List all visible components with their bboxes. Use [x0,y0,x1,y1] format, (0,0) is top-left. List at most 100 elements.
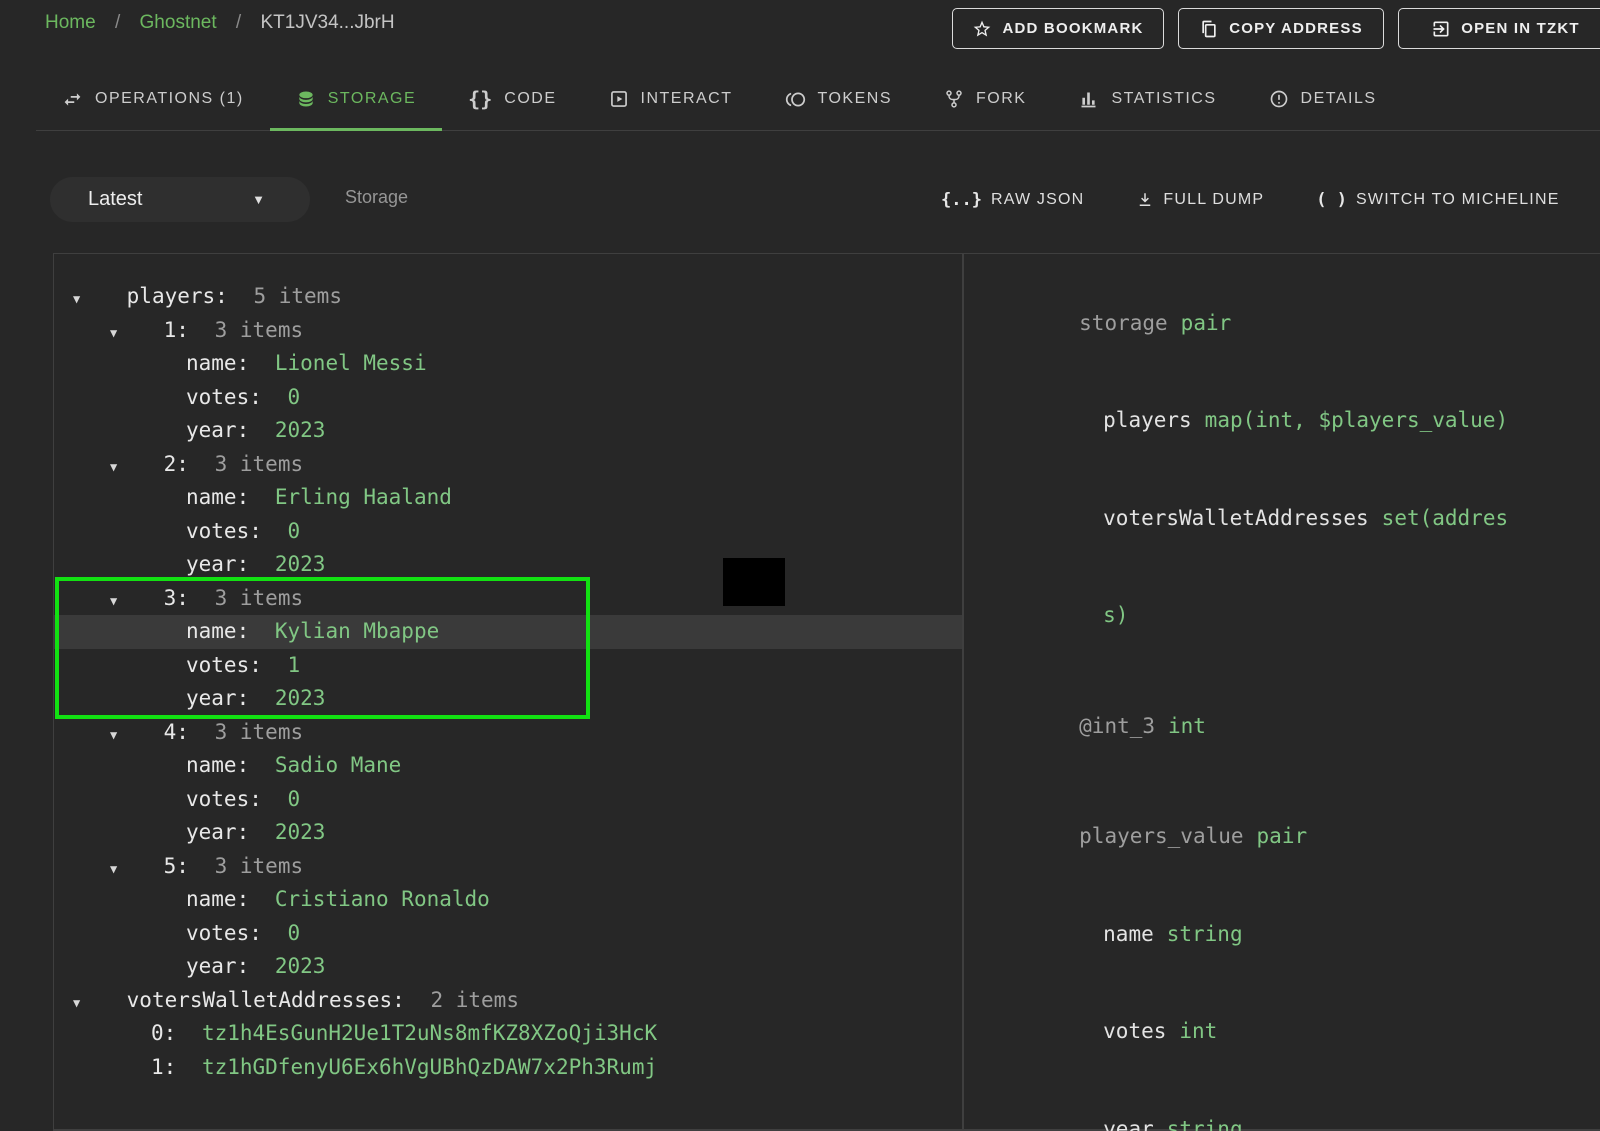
tree-row[interactable]: name: Erling Haaland [54,481,962,515]
tree-row[interactable]: votes: 0 [54,917,962,951]
section-label: Storage [345,187,408,208]
collapse-arrow-icon[interactable]: ▼ [110,585,126,619]
type-kind: string [1167,922,1243,946]
type-line: @int_3int [978,677,1600,775]
type-kind: int [1179,1019,1217,1043]
collapse-arrow-icon[interactable]: ▼ [110,317,126,351]
tab-operations[interactable]: OPERATIONS (1) [36,68,270,130]
tree-value: Kylian Mbappe [275,619,439,643]
type-name: votes [1103,1019,1166,1043]
tree-row[interactable]: ▼ 2: 3 items [54,448,962,482]
collapse-arrow-icon[interactable]: ▼ [73,283,89,317]
collapse-arrow-icon[interactable]: ▼ [110,719,126,753]
top-bar: Home / Ghostnet / KT1JV34...JbrH ADD BOO… [0,0,1600,56]
blackout-box [723,558,785,606]
tree-value: Lionel Messi [275,351,427,375]
wallet-address: tz1hGDfenyU6Ex6hVgUBhQzDAW7x2Ph3Rumj [202,1055,657,1079]
tree-key: 5: [164,854,189,878]
tree-row[interactable]: ▼ 4: 3 items [54,716,962,750]
collapse-arrow-icon[interactable]: ▼ [110,451,126,485]
tree-key: votes: [186,653,262,677]
tree-key: votersWalletAddresses: [127,988,405,1012]
copy-address-button[interactable]: COPY ADDRESS [1178,8,1384,49]
type-line: votes int [978,983,1600,1081]
tree-row[interactable]: name: Sadio Mane [54,749,962,783]
tree-row[interactable]: year: 2023 [54,816,962,850]
collapse-arrow-icon[interactable]: ▼ [73,987,89,1021]
chevron-down-icon: ▼ [252,192,265,207]
tab-tokens[interactable]: TOKENS [759,68,919,130]
tab-label: DETAILS [1301,90,1377,108]
tree-key: votes: [186,385,262,409]
tab-label: CODE [504,90,556,108]
tree-key: year: [186,686,249,710]
tab-label: STATISTICS [1111,90,1216,108]
tree-key: 3: [164,586,189,610]
tree-count: 3 items [215,854,304,878]
version-select-value: Latest [88,188,142,211]
tree-row[interactable]: 1: tz1hGDfenyU6Ex6hVgUBhQzDAW7x2Ph3Rumj [54,1051,962,1085]
type-kind: map(int, $players_value) [1205,408,1508,432]
tree-value: 2023 [275,686,326,710]
raw-json-icon: {..} [941,190,982,210]
tree-row[interactable]: name: Cristiano Ronaldo [54,883,962,917]
star-icon [972,19,992,39]
raw-json-button[interactable]: {..} RAW JSON [941,190,1084,210]
tab-details[interactable]: DETAILS [1243,68,1403,130]
type-line: storagepair [978,274,1600,372]
tree-row[interactable]: votes: 0 [54,381,962,415]
fork-icon [944,89,964,109]
breadcrumb-network-link[interactable]: Ghostnet [140,12,217,33]
tree-value: 1 [288,653,301,677]
storage-panels: ▼ players: 5 items ▼ 1: 3 items name: Li… [53,253,1600,1131]
add-bookmark-button[interactable]: ADD BOOKMARK [952,8,1164,49]
tree-count: 3 items [215,452,304,476]
breadcrumb-contract-address: KT1JV34...JbrH [260,12,394,33]
tree-row[interactable]: votes: 0 [54,783,962,817]
tree-row[interactable]: ▼ players: 5 items [54,280,962,314]
tree-key: players: [127,284,228,308]
tree-row[interactable]: ▼ 1: 3 items [54,314,962,348]
open-in-tzkt-button[interactable]: OPEN IN TZKT [1398,8,1600,49]
tree-row[interactable]: year: 2023 [54,950,962,984]
tab-storage[interactable]: STORAGE [270,68,442,130]
switch-to-micheline-button[interactable]: ( ) SWITCH TO MICHELINE [1316,190,1559,210]
type-line: votersWalletAddressesset(addres [978,469,1600,567]
tab-fork[interactable]: FORK [918,68,1052,130]
play-box-icon [609,89,629,109]
tree-row[interactable]: votes: 0 [54,515,962,549]
tab-label: OPERATIONS (1) [95,90,244,108]
tab-code[interactable]: {} CODE [442,68,582,130]
type-kind: set(addres [1382,506,1508,530]
tree-key: year: [186,954,249,978]
copy-address-label: COPY ADDRESS [1229,20,1363,37]
copy-icon [1199,19,1219,39]
tree-row[interactable]: ▼ votersWalletAddresses: 2 items [54,984,962,1018]
tree-row[interactable]: year: 2023 [54,548,962,582]
tree-value: 0 [288,385,301,409]
tree-value: Sadio Mane [275,753,401,777]
tree-row-selected[interactable]: name: Kylian Mbappe [54,615,962,649]
tab-statistics[interactable]: STATISTICS [1052,68,1242,130]
tree-row[interactable]: name: Lionel Messi [54,347,962,381]
collapse-arrow-icon[interactable]: ▼ [110,853,126,887]
tree-key: year: [186,552,249,576]
tab-interact[interactable]: INTERACT [583,68,759,130]
open-in-tzkt-label: OPEN IN TZKT [1461,20,1580,37]
database-icon [296,89,316,109]
breadcrumb-home-link[interactable]: Home [45,12,96,33]
tree-row[interactable]: year: 2023 [54,682,962,716]
tree-key: 1: [151,1055,176,1079]
tree-count: 3 items [215,586,304,610]
version-select[interactable]: Latest ▼ [50,177,310,222]
tree-row[interactable]: 0: tz1h4EsGunH2Ue1T2uNs8mfKZ8XZoQji3HcK [54,1017,962,1051]
tree-row[interactable]: ▼ 5: 3 items [54,850,962,884]
tree-value: Cristiano Ronaldo [275,887,490,911]
tree-row[interactable]: votes: 1 [54,649,962,683]
tree-row[interactable]: year: 2023 [54,414,962,448]
full-dump-button[interactable]: FULL DUMP [1136,191,1264,209]
download-icon [1136,191,1154,209]
tree-value: Erling Haaland [275,485,452,509]
tree-row[interactable]: ▼ 3: 3 items [54,582,962,616]
breadcrumb-separator: / [236,12,241,33]
